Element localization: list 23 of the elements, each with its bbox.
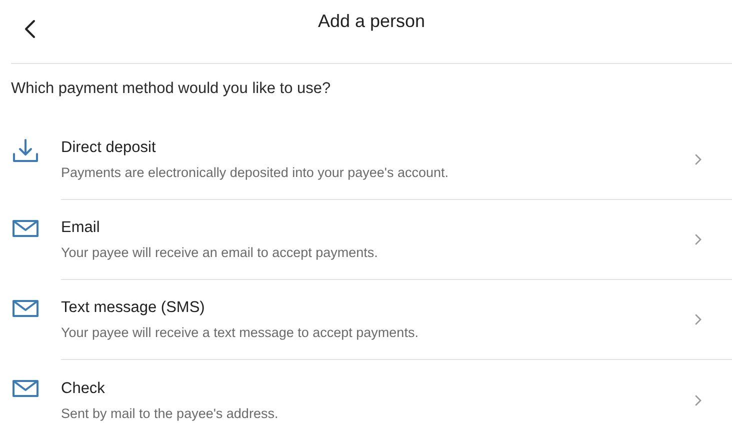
payment-method-item[interactable]: Text message (SMS) Your payee will receive a text message to accept payments.	[0, 280, 732, 360]
method-title: Email	[61, 219, 101, 237]
envelope-icon	[12, 218, 39, 238]
chevron-right-icon	[695, 314, 702, 325]
chevron-left-icon	[24, 19, 36, 39]
method-description: Your payee will receive an email to accept payments.	[61, 245, 379, 260]
download-icon	[12, 138, 39, 164]
envelope-icon	[12, 378, 39, 398]
method-description: Your payee will receive a text message to accept payments.	[61, 325, 420, 340]
method-description: Sent by mail to the payee's address.	[61, 406, 280, 420]
method-title: Check	[61, 380, 106, 398]
chevron-right-icon	[695, 234, 702, 245]
envelope-icon	[12, 298, 39, 318]
payment-method-item[interactable]: Email Your payee will receive an email to accept payments.	[0, 200, 732, 280]
method-description: Payments are electronically deposited into your payee's account.	[61, 165, 450, 180]
method-title: Text message (SMS)	[61, 299, 206, 317]
page-title: Add a person	[318, 11, 426, 32]
payment-method-item[interactable]: Direct deposit Payments are electronically deposited into your payee's account.	[0, 120, 732, 200]
chevron-right-icon	[695, 394, 702, 406]
question-text: Which payment method would you like to use?	[11, 80, 332, 99]
chevron-right-icon	[695, 154, 702, 165]
method-title: Direct deposit	[61, 139, 157, 157]
payment-method-item[interactable]: Check Sent by mail to the payee's address.	[0, 360, 732, 423]
